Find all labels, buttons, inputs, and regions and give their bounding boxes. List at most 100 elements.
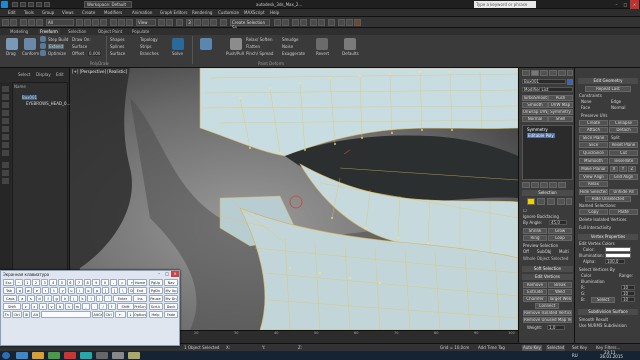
osk-key[interactable]: 1 [23,279,32,286]
osk-key[interactable]: k [78,295,87,302]
osk-key[interactable]: o [84,287,93,294]
osk-key[interactable]: e [33,287,41,294]
media-player-taskbar-icon[interactable] [48,352,60,359]
edit-vertices-rollout-header[interactable]: Edit Vertices [522,274,573,280]
extrude-button[interactable]: Extrude [523,289,547,295]
osk-key[interactable]: Ctrl [103,311,114,318]
osk-side-key[interactable]: Mv Up [164,287,178,294]
detach-button[interactable]: Detach [609,127,638,133]
grow-button[interactable]: Grow [548,228,572,234]
view-align-button[interactable]: View Align [579,174,608,180]
break-button[interactable]: Break [548,282,572,288]
osk-key[interactable]: . [90,303,99,310]
menu-modifiers[interactable]: Modifiers [104,10,122,16]
tab-populate[interactable]: Populate [132,29,149,34]
remove-modifier-icon[interactable] [549,182,557,188]
range-g-field[interactable]: 10 [621,291,635,296]
named-selection-set-dropdown[interactable]: Create Selection Se [230,19,270,30]
snaps-toggle[interactable]: 3 [186,19,193,26]
modify-tab-icon[interactable] [531,70,539,76]
filter-cameras-icon[interactable] [2,110,9,116]
osk-key[interactable]: AltGr [92,311,103,318]
drag-icon[interactable] [6,38,18,50]
soft-selection-rollout-header[interactable]: Soft Selection [522,266,573,272]
use-nurms-checkbox[interactable]: Use NURMS Subdivision [579,323,627,328]
osk-key[interactable]: c [39,303,47,310]
vertex-mode-icon[interactable] [527,198,535,205]
ie-taskbar-icon[interactable] [16,352,28,359]
osk-close-button[interactable]: × [171,271,179,277]
osk-side-key[interactable]: ScrLk [148,303,163,310]
constraint-normal-radio[interactable]: Normal [611,105,625,110]
edit-named-selection-icon[interactable] [220,19,227,26]
menu-animation[interactable]: Animation [132,10,152,16]
filter-xrefs-icon[interactable] [2,142,9,148]
range-r-field[interactable]: 10 [621,285,635,290]
osk-key[interactable]: ; [95,295,104,302]
attach-button[interactable]: Attach [579,127,608,133]
connect-button[interactable]: Connect [535,303,559,309]
stack-item-editable-poly[interactable]: Editable Poly [527,133,555,138]
layer-manager-icon[interactable] [292,19,299,26]
osk-side-key[interactable]: PgDn [148,287,163,294]
workspace-dropdown[interactable]: Workspace: Default [84,1,132,8]
object-name-field[interactable]: Box001 [522,79,566,84]
step-build-button[interactable]: Step Build [48,37,68,42]
hide-selected-button[interactable]: Hide Selected [579,189,608,195]
osk-key[interactable]: u [67,287,76,294]
rendered-frame-window-icon[interactable] [346,19,353,26]
defaults-icon[interactable] [344,38,356,50]
osk-key[interactable]: 2 [32,279,40,286]
render-setup-icon[interactable] [338,19,345,26]
osk-key[interactable]: j [70,295,78,302]
cut-button[interactable]: Cut [609,150,638,156]
slice-button[interactable]: Slice [579,142,608,148]
osk-key[interactable]: Tab [3,287,15,294]
target-weld-button[interactable]: Target Weld [548,296,572,302]
osk-key[interactable]: Shift [3,303,21,310]
osk-maximize-button[interactable]: □ [163,271,171,277]
unhide-all-button[interactable]: Unhide All [609,189,638,195]
osk-key[interactable]: = [118,279,126,286]
splines-button[interactable]: Splines [110,44,124,49]
filter-groups-icon[interactable] [2,134,9,140]
display-none-icon[interactable] [2,170,9,176]
select-by-name-icon[interactable] [84,19,91,26]
scene-menu-edit[interactable]: Edit [56,72,64,77]
osk-key[interactable]: Esc [3,279,15,286]
osk-side-key[interactable]: Nav [164,279,178,286]
rotate-icon[interactable] [118,19,125,26]
illumination-radio[interactable]: Illumination [581,279,605,284]
osk-side-key[interactable]: PrtScn [133,303,147,310]
osk-side-key[interactable]: Home [133,279,147,286]
osk-key[interactable]: 7 [75,279,83,286]
polydraw-group-label[interactable]: PolyDraw [90,61,109,66]
tessellate-button[interactable]: Tessellate [609,158,638,164]
osk-key[interactable]: Caps [3,295,18,302]
osk-key[interactable]: b [56,303,64,310]
split-checkbox[interactable]: Split [611,135,620,140]
delete-isolated-checkbox[interactable]: Delete Isolated Vertices [579,217,626,222]
osk-key[interactable]: 9 [92,279,101,286]
polygon-mode-icon[interactable] [557,198,565,205]
scene-item-box001[interactable]: Box001 [22,95,38,100]
constraint-face-radio[interactable]: Face [581,105,590,110]
osk-key[interactable]: ' [104,295,113,302]
osk-key[interactable]: 8 [83,279,92,286]
minimize-button[interactable]: – [612,0,621,9]
copy-button[interactable]: Copy [579,209,608,215]
material-editor-icon[interactable] [328,19,335,26]
osk-key[interactable]: Fn [3,311,11,318]
unlink-icon[interactable] [28,19,35,26]
redo-toolbar-icon[interactable] [10,19,17,26]
search-input[interactable]: Type a keyword or phrase [474,1,536,8]
constraint-none-radio[interactable]: None [581,99,591,104]
edge-mode-icon[interactable] [537,198,545,205]
osk-key[interactable]: ~ [15,279,23,286]
selection-rollout-header[interactable]: Selection [522,190,573,196]
full-interactivity-checkbox[interactable]: Full Interactivity [579,225,611,230]
push-button[interactable]: Push [548,95,573,101]
tab-selection[interactable]: Selection [68,29,86,34]
graphite-toggle-icon[interactable] [300,19,307,26]
input-language[interactable]: RU [572,352,578,359]
